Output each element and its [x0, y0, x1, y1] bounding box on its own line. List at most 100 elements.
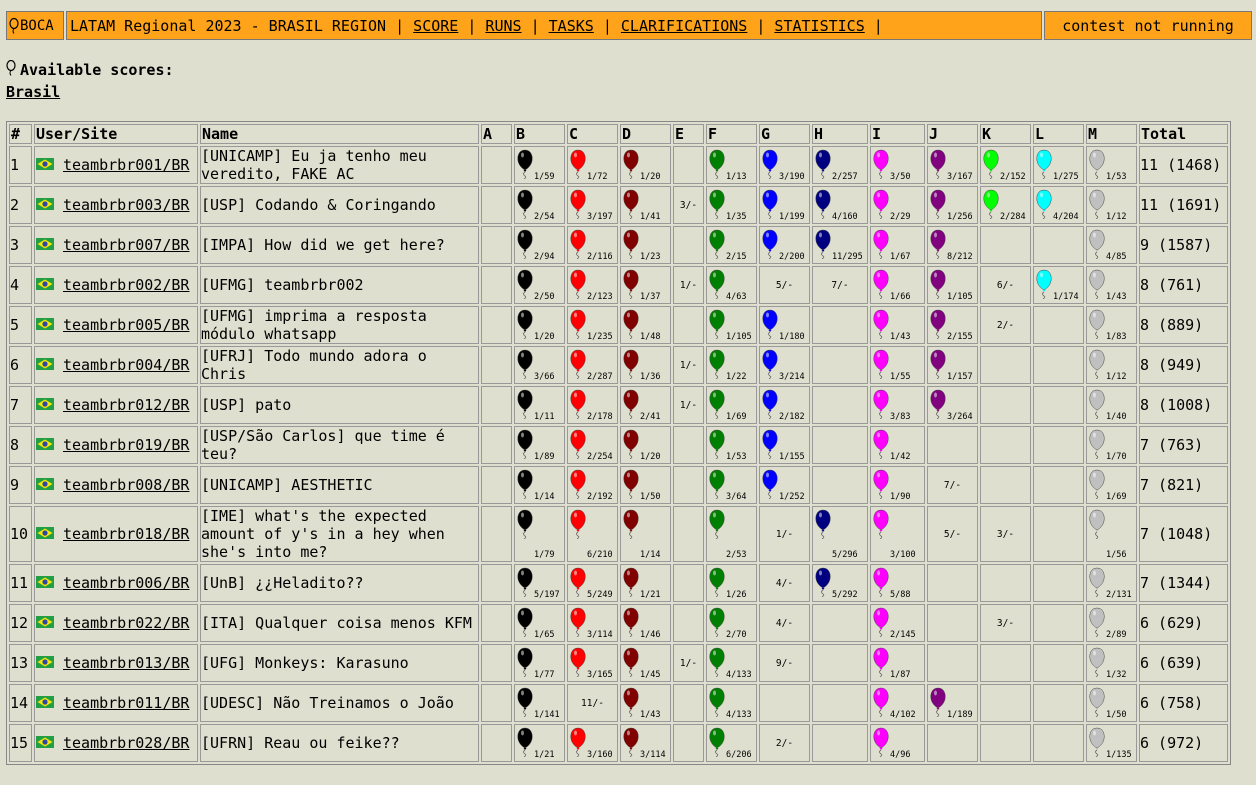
user-link[interactable]: teambrbr004/BR — [63, 356, 189, 374]
balloon-icon — [709, 607, 725, 641]
problem-a-cell — [481, 506, 512, 562]
problem-a-cell — [481, 186, 512, 224]
balloon-icon — [623, 567, 639, 601]
problem-i-cell: 5/88 — [870, 564, 925, 602]
problem-d-cell: 1/20 — [620, 146, 671, 184]
nav-clarifications-link[interactable]: CLARIFICATIONS — [621, 17, 747, 35]
problem-m-cell: 4/85 — [1086, 226, 1137, 264]
problem-c-cell: 1/72 — [567, 146, 618, 184]
boca-logo[interactable]: BOCA — [6, 11, 64, 40]
problem-d-cell: 1/20 — [620, 426, 671, 464]
problem-j-cell: 3/167 — [927, 146, 978, 184]
user-link[interactable]: teambrbr003/BR — [63, 196, 189, 214]
problem-h-cell: 11/295 — [812, 226, 868, 264]
problem-h-cell: 7/- — [812, 266, 868, 304]
balloon-icon — [930, 349, 946, 383]
problem-attempts: 1/- — [679, 657, 698, 669]
problem-d-cell: 1/43 — [620, 684, 671, 722]
problem-e-cell: 3/- — [673, 186, 704, 224]
user-site-cell: teambrbr005/BR — [34, 306, 198, 344]
problem-score: 1/155 — [779, 452, 805, 462]
problem-score: 6/206 — [726, 750, 752, 760]
problem-score: 1/12 — [1106, 212, 1127, 222]
problem-i-cell: 1/55 — [870, 346, 925, 384]
total-cell: 6 (639) — [1139, 644, 1228, 682]
problem-e-cell — [673, 226, 704, 264]
problem-d-cell: 1/23 — [620, 226, 671, 264]
problem-c-cell: 2/254 — [567, 426, 618, 464]
user-site-cell: teambrbr018/BR — [34, 506, 198, 562]
balloon-icon — [709, 149, 725, 183]
user-link[interactable]: teambrbr002/BR — [63, 276, 189, 294]
problem-score: 1/21 — [534, 750, 555, 760]
problem-c-cell: 3/114 — [567, 604, 618, 642]
problem-score: 2/123 — [587, 292, 613, 302]
problem-e-cell — [673, 724, 704, 762]
nav-score-link[interactable]: SCORE — [413, 17, 458, 35]
problem-attempts: 3/- — [996, 617, 1015, 629]
user-link[interactable]: teambrbr007/BR — [63, 236, 189, 254]
problem-k-cell — [980, 684, 1031, 722]
problem-i-cell: 2/145 — [870, 604, 925, 642]
team-name-cell: [UFRJ] Todo mundo adora o Chris — [200, 346, 479, 384]
problem-c-cell: 2/116 — [567, 226, 618, 264]
user-link[interactable]: teambrbr013/BR — [63, 654, 189, 672]
team-name-cell: [USP] Codando & Coringando — [200, 186, 479, 224]
problem-a-cell — [481, 466, 512, 504]
problem-score: 1/252 — [779, 492, 805, 502]
user-link[interactable]: teambrbr022/BR — [63, 614, 189, 632]
nav-runs-link[interactable]: RUNS — [485, 17, 521, 35]
user-link[interactable]: teambrbr008/BR — [63, 476, 189, 494]
problem-g-cell: 9/- — [759, 644, 810, 682]
balloon-icon — [570, 429, 586, 463]
problem-e-cell — [673, 604, 704, 642]
nav-tasks-link[interactable]: TASKS — [549, 17, 594, 35]
problem-j-cell: 7/- — [927, 466, 978, 504]
total-cell: 8 (761) — [1139, 266, 1228, 304]
problem-h-cell: 4/160 — [812, 186, 868, 224]
user-link[interactable]: teambrbr006/BR — [63, 574, 189, 592]
balloon-icon — [1089, 469, 1105, 503]
rank-cell: 11 — [9, 564, 32, 602]
balloon-icon — [709, 389, 725, 423]
user-link[interactable]: teambrbr012/BR — [63, 396, 189, 414]
balloon-icon — [517, 607, 533, 641]
problem-k-cell — [980, 644, 1031, 682]
balloon-icon — [570, 727, 586, 761]
problem-c-cell: 11/- — [567, 684, 618, 722]
rank-cell: 3 — [9, 226, 32, 264]
problem-k-cell: 2/152 — [980, 146, 1031, 184]
problem-score: 2/178 — [587, 412, 613, 422]
user-link[interactable]: teambrbr019/BR — [63, 436, 189, 454]
user-link[interactable]: teambrbr028/BR — [63, 734, 189, 752]
problem-k-cell: 2/- — [980, 306, 1031, 344]
problem-score: 3/114 — [587, 630, 613, 640]
balloon-icon — [1089, 509, 1105, 543]
user-link[interactable]: teambrbr001/BR — [63, 156, 189, 174]
balloon-icon — [517, 727, 533, 761]
problem-g-cell: 1/- — [759, 506, 810, 562]
problem-score: 1/157 — [947, 372, 973, 382]
problem-f-cell: 1/26 — [706, 564, 757, 602]
problem-a-cell — [481, 724, 512, 762]
user-link[interactable]: teambrbr011/BR — [63, 694, 189, 712]
balloon-icon — [762, 149, 778, 183]
rank-cell: 13 — [9, 644, 32, 682]
user-link[interactable]: teambrbr018/BR — [63, 525, 189, 543]
nav-statistics-link[interactable]: STATISTICS — [774, 17, 864, 35]
problem-a-cell — [481, 644, 512, 682]
balloon-icon — [517, 687, 533, 721]
problem-score: 1/275 — [1053, 172, 1079, 182]
balloon-icon — [570, 349, 586, 383]
problem-a-cell — [481, 266, 512, 304]
problem-j-cell — [927, 564, 978, 602]
user-link[interactable]: teambrbr005/BR — [63, 316, 189, 334]
problem-score: 1/87 — [890, 670, 911, 680]
site-link-brasil[interactable]: Brasil — [6, 83, 60, 101]
brazil-flag-icon — [36, 734, 54, 752]
problem-score: 1/43 — [640, 710, 661, 720]
problem-score: 1/35 — [726, 212, 747, 222]
total-cell: 6 (629) — [1139, 604, 1228, 642]
balloon-icon — [873, 349, 889, 383]
balloon-icon — [517, 429, 533, 463]
